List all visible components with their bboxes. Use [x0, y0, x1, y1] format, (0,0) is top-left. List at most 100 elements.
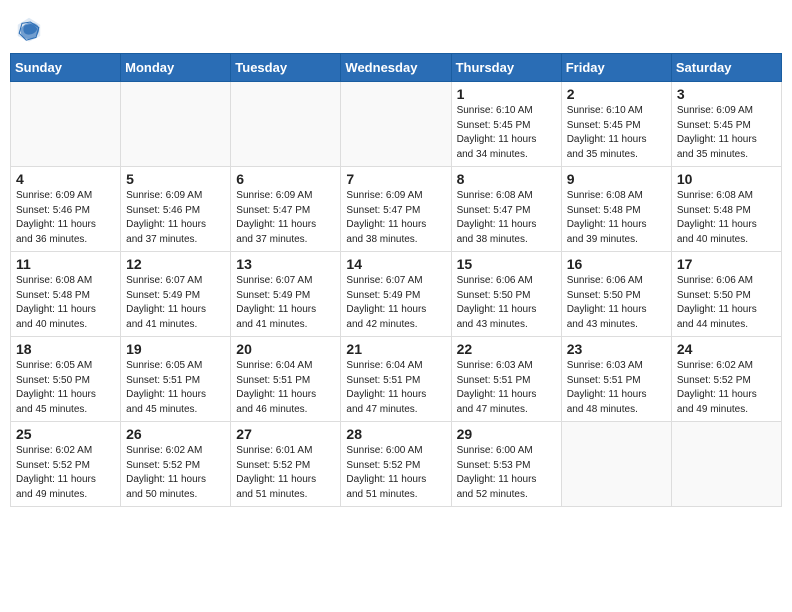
logo-icon: [15, 15, 43, 43]
weekday-header-sunday: Sunday: [11, 54, 121, 82]
day-info: Sunrise: 6:07 AM Sunset: 5:49 PM Dayligh…: [236, 274, 335, 332]
calendar-cell: 11 Sunrise: 6:08 AM Sunset: 5:48 PM Dayli…: [11, 252, 121, 337]
day-info: Sunrise: 6:04 AM Sunset: 5:51 PM Dayligh…: [236, 359, 335, 417]
calendar-cell: 1 Sunrise: 6:10 AM Sunset: 5:45 PM Daylig…: [451, 82, 561, 167]
week-row-2: 4 Sunrise: 6:09 AM Sunset: 5:46 PM Daylig…: [11, 167, 782, 252]
day-number: 19: [126, 341, 225, 357]
calendar-cell: 24 Sunrise: 6:02 AM Sunset: 5:52 PM Dayli…: [671, 337, 781, 422]
calendar-cell: 9 Sunrise: 6:08 AM Sunset: 5:48 PM Daylig…: [561, 167, 671, 252]
day-number: 1: [457, 86, 556, 102]
calendar-cell: 26 Sunrise: 6:02 AM Sunset: 5:52 PM Dayli…: [121, 422, 231, 507]
day-info: Sunrise: 6:08 AM Sunset: 5:48 PM Dayligh…: [567, 189, 666, 247]
weekday-header-tuesday: Tuesday: [231, 54, 341, 82]
day-info: Sunrise: 6:09 AM Sunset: 5:47 PM Dayligh…: [236, 189, 335, 247]
weekday-header-thursday: Thursday: [451, 54, 561, 82]
day-number: 10: [677, 171, 776, 187]
weekday-header-wednesday: Wednesday: [341, 54, 451, 82]
day-info: Sunrise: 6:02 AM Sunset: 5:52 PM Dayligh…: [126, 444, 225, 502]
day-number: 17: [677, 256, 776, 272]
day-number: 16: [567, 256, 666, 272]
day-info: Sunrise: 6:05 AM Sunset: 5:50 PM Dayligh…: [16, 359, 115, 417]
day-info: Sunrise: 6:09 AM Sunset: 5:46 PM Dayligh…: [126, 189, 225, 247]
day-info: Sunrise: 6:08 AM Sunset: 5:47 PM Dayligh…: [457, 189, 556, 247]
day-number: 23: [567, 341, 666, 357]
day-info: Sunrise: 6:04 AM Sunset: 5:51 PM Dayligh…: [346, 359, 445, 417]
calendar-cell: 17 Sunrise: 6:06 AM Sunset: 5:50 PM Dayli…: [671, 252, 781, 337]
weekday-header-row: SundayMondayTuesdayWednesdayThursdayFrid…: [11, 54, 782, 82]
day-info: Sunrise: 6:07 AM Sunset: 5:49 PM Dayligh…: [346, 274, 445, 332]
week-row-1: 1 Sunrise: 6:10 AM Sunset: 5:45 PM Daylig…: [11, 82, 782, 167]
day-number: 11: [16, 256, 115, 272]
day-info: Sunrise: 6:10 AM Sunset: 5:45 PM Dayligh…: [567, 104, 666, 162]
day-info: Sunrise: 6:10 AM Sunset: 5:45 PM Dayligh…: [457, 104, 556, 162]
calendar-cell: 7 Sunrise: 6:09 AM Sunset: 5:47 PM Daylig…: [341, 167, 451, 252]
calendar-cell: [231, 82, 341, 167]
day-number: 7: [346, 171, 445, 187]
calendar-cell: [561, 422, 671, 507]
calendar-cell: 6 Sunrise: 6:09 AM Sunset: 5:47 PM Daylig…: [231, 167, 341, 252]
calendar-cell: 23 Sunrise: 6:03 AM Sunset: 5:51 PM Dayli…: [561, 337, 671, 422]
day-number: 24: [677, 341, 776, 357]
weekday-header-monday: Monday: [121, 54, 231, 82]
day-number: 22: [457, 341, 556, 357]
day-number: 20: [236, 341, 335, 357]
day-number: 13: [236, 256, 335, 272]
calendar-cell: 25 Sunrise: 6:02 AM Sunset: 5:52 PM Dayli…: [11, 422, 121, 507]
week-row-5: 25 Sunrise: 6:02 AM Sunset: 5:52 PM Dayli…: [11, 422, 782, 507]
day-info: Sunrise: 6:06 AM Sunset: 5:50 PM Dayligh…: [567, 274, 666, 332]
day-number: 29: [457, 426, 556, 442]
calendar-cell: 15 Sunrise: 6:06 AM Sunset: 5:50 PM Dayli…: [451, 252, 561, 337]
day-info: Sunrise: 6:00 AM Sunset: 5:53 PM Dayligh…: [457, 444, 556, 502]
weekday-header-friday: Friday: [561, 54, 671, 82]
calendar-cell: 5 Sunrise: 6:09 AM Sunset: 5:46 PM Daylig…: [121, 167, 231, 252]
calendar-cell: [671, 422, 781, 507]
week-row-3: 11 Sunrise: 6:08 AM Sunset: 5:48 PM Dayli…: [11, 252, 782, 337]
day-number: 5: [126, 171, 225, 187]
page-header: [10, 10, 782, 43]
calendar-cell: 2Sunrise: 6:10 AM Sunset: 5:45 PM Daylig…: [561, 82, 671, 167]
calendar-cell: 20 Sunrise: 6:04 AM Sunset: 5:51 PM Dayli…: [231, 337, 341, 422]
calendar-table: SundayMondayTuesdayWednesdayThursdayFrid…: [10, 53, 782, 507]
calendar-cell: 16 Sunrise: 6:06 AM Sunset: 5:50 PM Dayli…: [561, 252, 671, 337]
day-number: 9: [567, 171, 666, 187]
day-info: Sunrise: 6:09 AM Sunset: 5:45 PM Dayligh…: [677, 104, 776, 162]
day-info: Sunrise: 6:03 AM Sunset: 5:51 PM Dayligh…: [567, 359, 666, 417]
day-number: 14: [346, 256, 445, 272]
day-info: Sunrise: 6:07 AM Sunset: 5:49 PM Dayligh…: [126, 274, 225, 332]
day-number: 25: [16, 426, 115, 442]
calendar-cell: 13 Sunrise: 6:07 AM Sunset: 5:49 PM Dayli…: [231, 252, 341, 337]
calendar-cell: [341, 82, 451, 167]
calendar-cell: 21Sunrise: 6:04 AM Sunset: 5:51 PM Dayli…: [341, 337, 451, 422]
calendar-cell: 28 Sunrise: 6:00 AM Sunset: 5:52 PM Dayli…: [341, 422, 451, 507]
day-number: 15: [457, 256, 556, 272]
day-info: Sunrise: 6:09 AM Sunset: 5:47 PM Dayligh…: [346, 189, 445, 247]
day-info: Sunrise: 6:00 AM Sunset: 5:52 PM Dayligh…: [346, 444, 445, 502]
calendar-cell: 27Sunrise: 6:01 AM Sunset: 5:52 PM Dayli…: [231, 422, 341, 507]
calendar-cell: [11, 82, 121, 167]
calendar-cell: 22Sunrise: 6:03 AM Sunset: 5:51 PM Dayli…: [451, 337, 561, 422]
calendar-cell: [121, 82, 231, 167]
day-number: 4: [16, 171, 115, 187]
day-info: Sunrise: 6:08 AM Sunset: 5:48 PM Dayligh…: [677, 189, 776, 247]
day-info: Sunrise: 6:06 AM Sunset: 5:50 PM Dayligh…: [457, 274, 556, 332]
week-row-4: 18Sunrise: 6:05 AM Sunset: 5:50 PM Dayli…: [11, 337, 782, 422]
day-number: 12: [126, 256, 225, 272]
calendar-cell: 4 Sunrise: 6:09 AM Sunset: 5:46 PM Daylig…: [11, 167, 121, 252]
day-info: Sunrise: 6:06 AM Sunset: 5:50 PM Dayligh…: [677, 274, 776, 332]
day-info: Sunrise: 6:09 AM Sunset: 5:46 PM Dayligh…: [16, 189, 115, 247]
logo: [15, 15, 47, 43]
day-number: 27: [236, 426, 335, 442]
day-number: 6: [236, 171, 335, 187]
day-number: 3: [677, 86, 776, 102]
calendar-cell: 10 Sunrise: 6:08 AM Sunset: 5:48 PM Dayli…: [671, 167, 781, 252]
day-number: 28: [346, 426, 445, 442]
day-info: Sunrise: 6:08 AM Sunset: 5:48 PM Dayligh…: [16, 274, 115, 332]
day-info: Sunrise: 6:02 AM Sunset: 5:52 PM Dayligh…: [677, 359, 776, 417]
calendar-cell: 29 Sunrise: 6:00 AM Sunset: 5:53 PM Dayli…: [451, 422, 561, 507]
day-number: 26: [126, 426, 225, 442]
day-info: Sunrise: 6:05 AM Sunset: 5:51 PM Dayligh…: [126, 359, 225, 417]
calendar-cell: 12 Sunrise: 6:07 AM Sunset: 5:49 PM Dayli…: [121, 252, 231, 337]
calendar-cell: 19 Sunrise: 6:05 AM Sunset: 5:51 PM Dayli…: [121, 337, 231, 422]
day-info: Sunrise: 6:02 AM Sunset: 5:52 PM Dayligh…: [16, 444, 115, 502]
weekday-header-saturday: Saturday: [671, 54, 781, 82]
